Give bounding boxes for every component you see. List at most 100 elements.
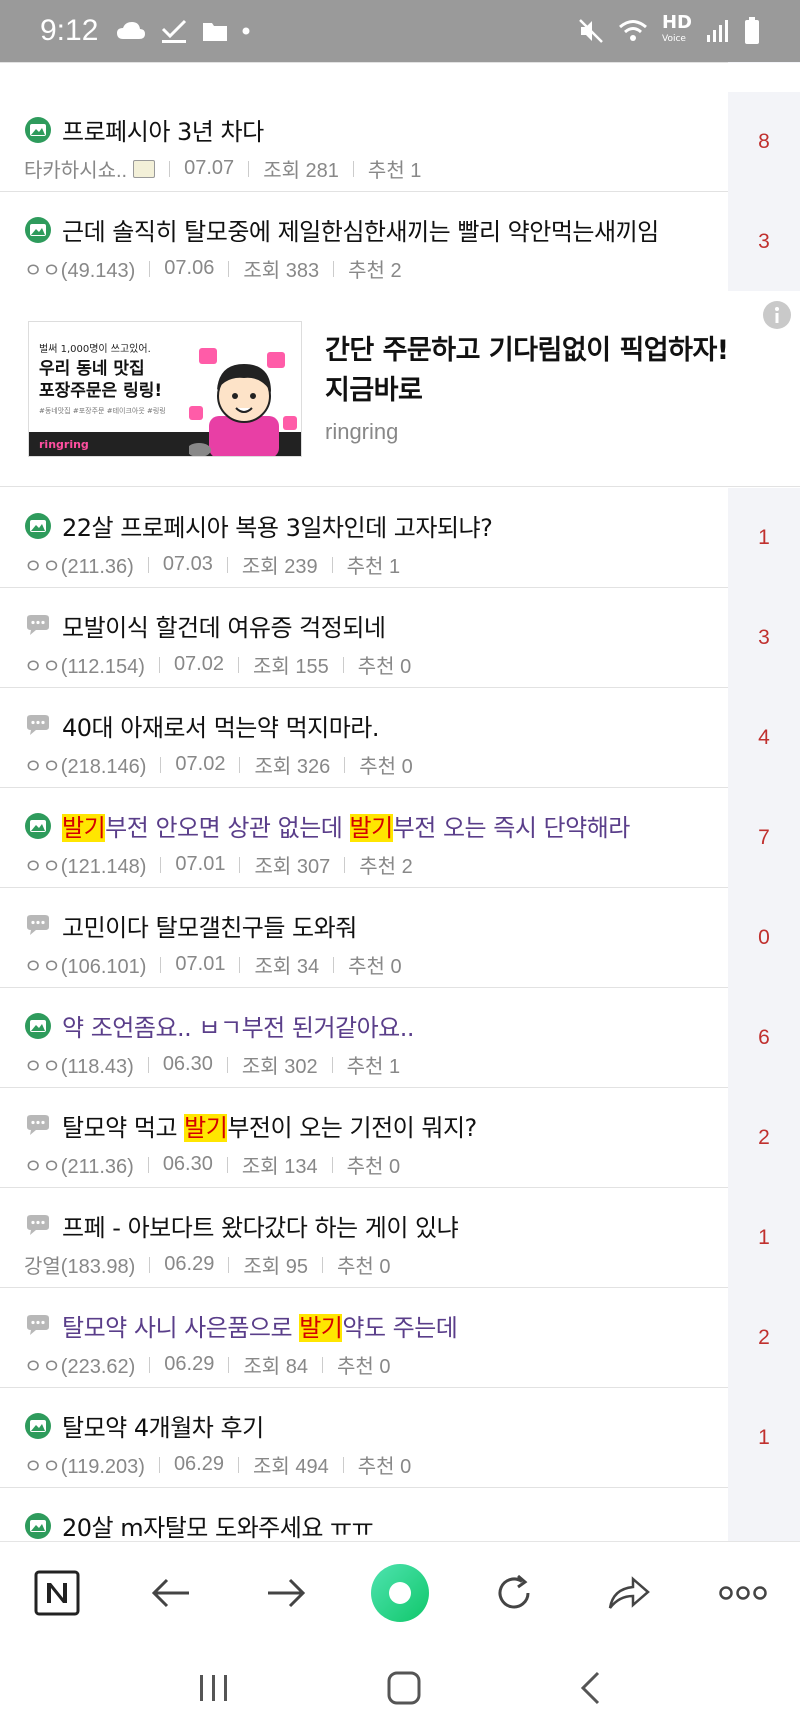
post-title[interactable]: 모발이식 할건데 여유증 걱정되네 (24, 608, 386, 643)
refresh-button[interactable] (479, 1558, 549, 1628)
speech-bubble-icon (27, 1314, 49, 1335)
post-main[interactable]: 프로페시아 3년 차다 타카하시쇼.. 07.07 조회 281 추천 1 (0, 92, 728, 192)
post-title[interactable]: 약 조언좀요.. ㅂㄱ부전 된거같아요.. (24, 1008, 415, 1043)
post-date: 07.02 (173, 653, 224, 675)
post-row[interactable]: 고민이다 탈모갤친구들 도와줘 ㅇㅇ(106.101) 07.01 조회 34 추천 0… (0, 888, 800, 988)
meta-separator (147, 1156, 149, 1173)
forward-button[interactable] (251, 1558, 321, 1628)
post-title[interactable]: 프페 - 아보다트 왔다갔다 하는 게이 있냐 (24, 1208, 459, 1243)
comment-count[interactable]: 2 (728, 1288, 800, 1388)
post-row[interactable]: 22살 프로페시아 복용 3일차인데 고자되냐? ㅇㅇ(211.36) 07.03 조… (0, 488, 800, 588)
post-title[interactable]: 탈모약 사니 사은품으로 발기약도 주는데 (24, 1308, 458, 1343)
status-time: 9:12 (40, 14, 99, 47)
meta-separator (158, 1456, 160, 1473)
meta-separator (239, 856, 241, 873)
post-main[interactable]: 22살 프로페시아 복용 3일차인데 고자되냐? ㅇㅇ(211.36) 07.03 조… (0, 488, 728, 588)
arrow-right-icon (267, 1578, 305, 1607)
comment-count[interactable]: 6 (728, 988, 800, 1088)
post-title[interactable]: 근데 솔직히 탈모중에 제일한심한새끼는 빨리 약안먹는새끼임 (24, 212, 659, 247)
meta-separator (238, 1456, 239, 1473)
comment-count[interactable]: 2 (728, 1088, 800, 1188)
post-views: 조회 494 (253, 1456, 329, 1478)
meta-separator (149, 260, 151, 277)
comment-count[interactable]: 8 (728, 92, 800, 192)
post-title[interactable]: 40대 아재로서 먹는약 먹지마라. (24, 708, 380, 743)
post-main[interactable]: 탈모약 먹고 발기부전이 오는 기전이 뭐지? ㅇㅇ(211.36) 06.30 조회… (0, 1088, 728, 1188)
post-main[interactable]: 발기부전 안오면 상관 없는데 발기부전 오는 즉시 단약해라 ㅇㅇ(121.14… (0, 788, 728, 888)
post-title[interactable]: 탈모약 4개월차 후기 (24, 1408, 264, 1443)
post-row[interactable]: 프페 - 아보다트 왔다갔다 하는 게이 있냐 강열(183.98) 06.29 조회… (0, 1188, 800, 1288)
post-title[interactable]: 고민이다 탈모갤친구들 도와줘 (24, 908, 357, 943)
keyword-highlight: 발기 (299, 1314, 343, 1342)
meta-separator (158, 656, 160, 673)
post-row[interactable]: 근데 솔직히 탈모중에 제일한심한새끼는 빨리 약안먹는새끼임 ㅇㅇ(49.143… (0, 192, 800, 292)
post-views: 조회 281 (263, 160, 339, 182)
share-button[interactable] (594, 1558, 664, 1628)
post-main[interactable]: 탈모약 사니 사은품으로 발기약도 주는데 ㅇㅇ(223.62) 06.29 조회 8… (0, 1288, 728, 1388)
green-dot-button[interactable] (365, 1558, 435, 1628)
wifi-icon (619, 20, 647, 41)
post-author: ㅇㅇ(121.148) (24, 856, 147, 878)
post-title[interactable]: 탈모약 먹고 발기부전이 오는 기전이 뭐지? (24, 1108, 477, 1143)
mute-icon (579, 19, 603, 43)
post-date: 06.30 (162, 1153, 213, 1175)
meta-separator (333, 260, 335, 277)
post-row[interactable]: 탈모약 먹고 발기부전이 오는 기전이 뭐지? ㅇㅇ(211.36) 06.30 조회… (0, 1088, 800, 1188)
post-row[interactable]: 프로페시아 3년 차다 타카하시쇼.. 07.07 조회 281 추천 1 8 (0, 92, 800, 192)
post-title[interactable]: 20살 m자탈모 도와주세요 ㅠㅠ (24, 1508, 374, 1543)
hd-text: HD (661, 12, 692, 33)
post-main[interactable]: 약 조언좀요.. ㅂㄱ부전 된거같아요.. ㅇㅇ(118.43) 06.30 조회 3… (0, 988, 728, 1088)
comment-count[interactable]: 3 (728, 588, 800, 688)
meta-separator (333, 956, 335, 973)
home-icon[interactable] (386, 1670, 422, 1706)
comment-count[interactable]: 7 (728, 788, 800, 888)
ad-headline[interactable]: 간단 주문하고 기다림없이 픽업하자! 지금바로 (325, 331, 785, 411)
title-segment: 22살 프로페시아 복용 3일차인데 고자되냐? (62, 514, 493, 542)
post-main[interactable]: 모발이식 할건데 여유증 걱정되네 ㅇㅇ(112.154) 07.02 조회 155 추… (0, 588, 728, 688)
post-main[interactable]: 40대 아재로서 먹는약 먹지마라. ㅇㅇ(218.146) 07.02 조회 326… (0, 688, 728, 788)
post-views: 조회 95 (243, 1256, 308, 1278)
post-row[interactable]: 발기부전 안오면 상관 없는데 발기부전 오는 즉시 단약해라 ㅇㅇ(121.14… (0, 788, 800, 888)
post-title[interactable]: 프로페시아 3년 차다 (24, 112, 264, 147)
post-date: 06.30 (162, 1053, 213, 1075)
post-row[interactable]: 약 조언좀요.. ㅂㄱ부전 된거같아요.. ㅇㅇ(118.43) 06.30 조회 3… (0, 988, 800, 1088)
ad-banner[interactable]: 벌써 1,000명이 쓰고있어. 우리 동네 맛집 포장주문은 링링! #동네맛… (0, 291, 800, 487)
post-meta: ㅇㅇ(49.143) 07.06 조회 383 추천 2 (24, 254, 402, 283)
post-main[interactable]: 근데 솔직히 탈모중에 제일한심한새끼는 빨리 약안먹는새끼임 ㅇㅇ(49.143… (0, 192, 728, 292)
meta-separator (238, 656, 239, 673)
post-row[interactable]: 40대 아재로서 먹는약 먹지마라. ㅇㅇ(218.146) 07.02 조회 326… (0, 688, 800, 788)
post-row[interactable]: 탈모약 사니 사은품으로 발기약도 주는데 ㅇㅇ(223.62) 06.29 조회 8… (0, 1288, 800, 1388)
post-row[interactable]: 모발이식 할건데 여유증 걱정되네 ㅇㅇ(112.154) 07.02 조회 155 추… (0, 588, 800, 688)
post-date: 07.02 (175, 753, 226, 775)
meta-separator (352, 160, 354, 177)
post-title[interactable]: 발기부전 안오면 상관 없는데 발기부전 오는 즉시 단약해라 (24, 808, 630, 843)
share-arrow-icon (608, 1575, 650, 1609)
ad-info-icon[interactable] (762, 300, 792, 330)
post-recommend: 추천 2 (359, 856, 413, 878)
system-back-icon[interactable] (578, 1671, 602, 1705)
ad-thumb-line2: 포장주문은 링링! (39, 381, 163, 401)
checkmark-download-icon (162, 19, 187, 43)
comment-count[interactable]: 0 (728, 888, 800, 988)
post-main[interactable]: 프페 - 아보다트 왔다갔다 하는 게이 있냐 강열(183.98) 06.29 조회… (0, 1188, 728, 1288)
post-title-text: 탈모약 4개월차 후기 (62, 1408, 264, 1443)
recent-apps-icon[interactable] (198, 1673, 230, 1703)
post-title-text: 근데 솔직히 탈모중에 제일한심한새끼는 빨리 약안먹는새끼임 (62, 212, 659, 247)
comment-count[interactable]: 3 (728, 192, 800, 292)
back-button[interactable] (136, 1558, 206, 1628)
more-button[interactable] (708, 1558, 778, 1628)
comment-count[interactable]: 1 (728, 1188, 800, 1288)
post-row[interactable]: 탈모약 4개월차 후기 ㅇㅇ(119.203) 06.29 조회 494 추천 0 1 (0, 1388, 800, 1488)
post-views: 조회 134 (241, 1156, 318, 1178)
post-main[interactable]: 고민이다 탈모갤친구들 도와줘 ㅇㅇ(106.101) 07.01 조회 34 추천 0 (0, 888, 728, 988)
post-main[interactable]: 탈모약 4개월차 후기 ㅇㅇ(119.203) 06.29 조회 494 추천 0 (0, 1388, 728, 1488)
post-title[interactable]: 22살 프로페시아 복용 3일차인데 고자되냐? (24, 508, 493, 543)
post-recommend: 추천 1 (346, 556, 401, 578)
title-segment: 약 조언좀요.. ㅂㄱ부전 된거같아요.. (62, 1014, 415, 1042)
comment-count[interactable]: 4 (728, 688, 800, 788)
meta-separator (160, 756, 162, 773)
comment-count[interactable]: 1 (728, 488, 800, 588)
naver-home-button[interactable] (22, 1558, 92, 1628)
ad-thumbnail[interactable]: 벌써 1,000명이 쓰고있어. 우리 동네 맛집 포장주문은 링링! #동네맛… (28, 321, 302, 457)
comment-count[interactable]: 1 (728, 1388, 800, 1488)
